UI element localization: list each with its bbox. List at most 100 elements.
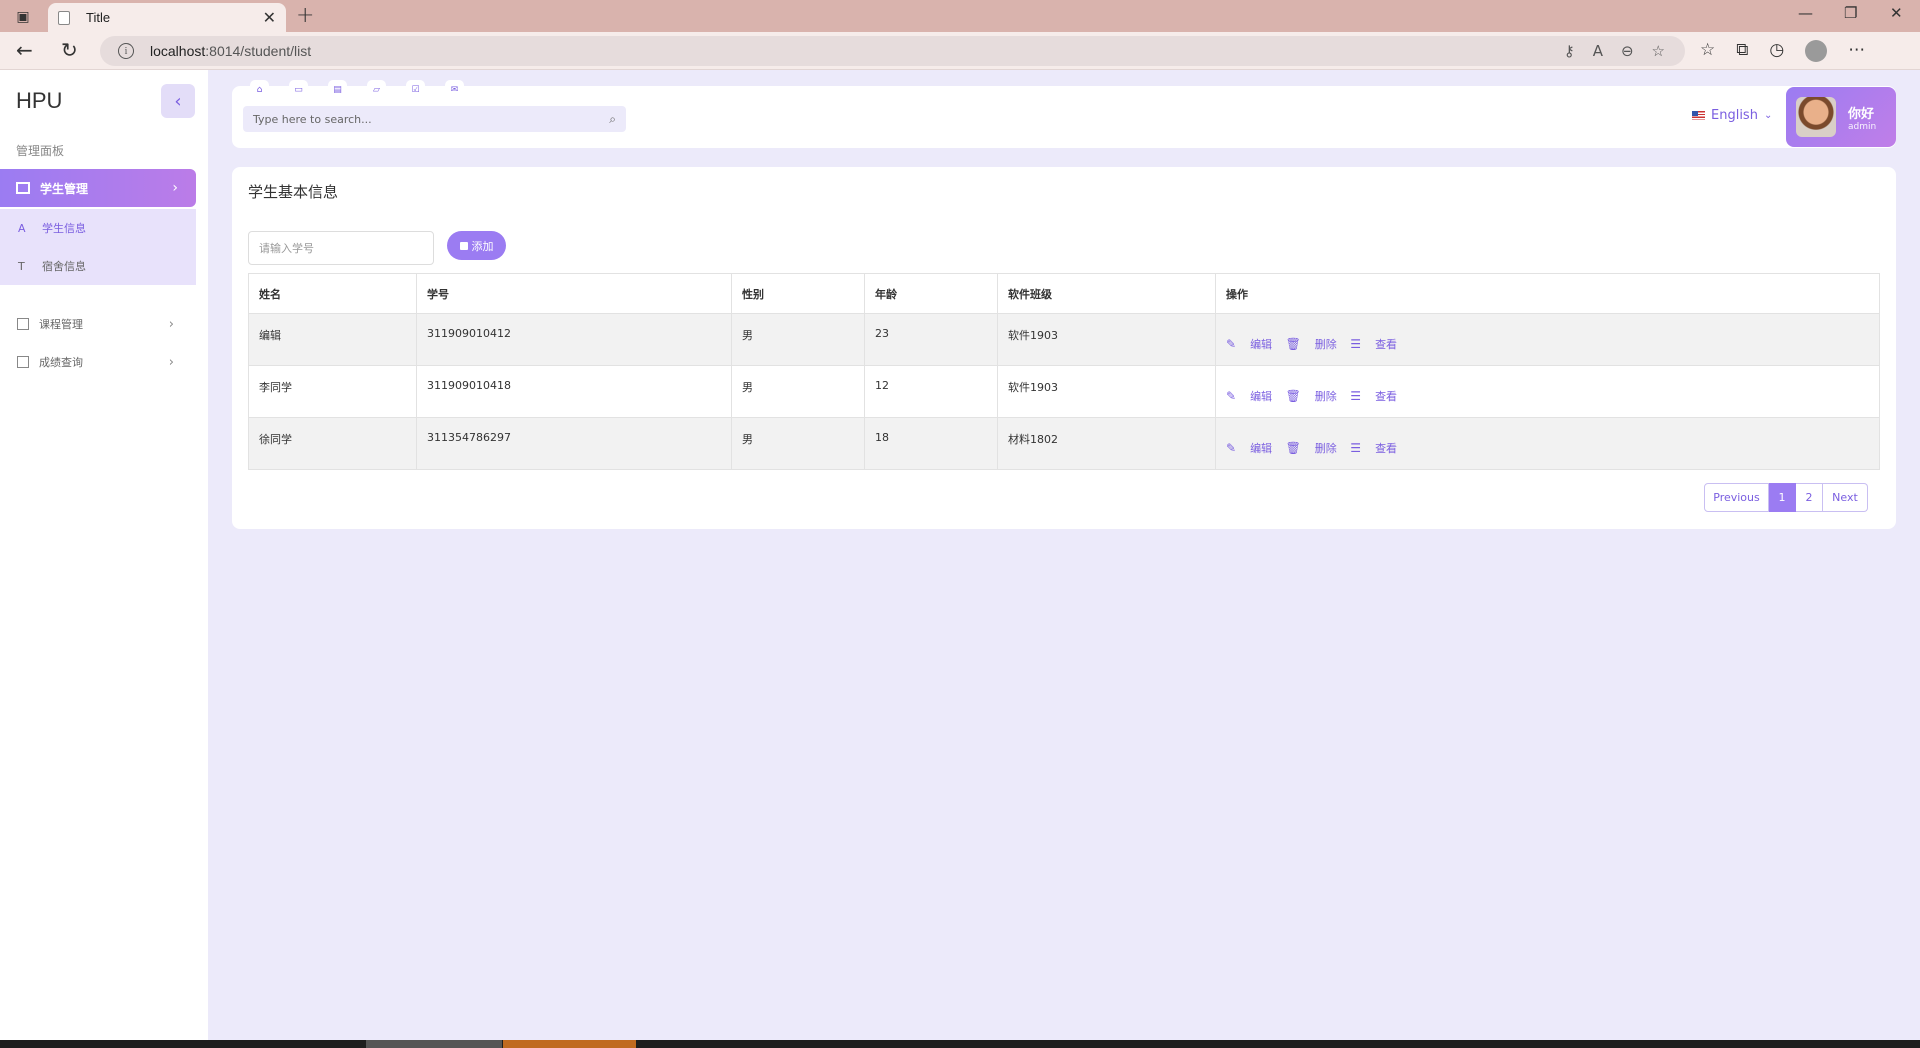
profile-avatar-icon[interactable]: [1805, 40, 1828, 62]
back-icon[interactable]: ←: [16, 38, 33, 62]
delete-button[interactable]: 🗑 删除: [1286, 388, 1337, 404]
cell-student-id: 311909010418: [416, 365, 732, 418]
view-label: 查看: [1375, 338, 1398, 351]
view-button[interactable]: ☰ 查看: [1350, 440, 1397, 456]
home-icon[interactable]: ⌂: [250, 80, 269, 99]
list-icon: ☰: [1350, 441, 1362, 455]
browser-tab-bar: ▣ Title ✕ + — ❐ ✕: [0, 0, 1920, 32]
edit-icon: ✎: [1226, 441, 1237, 455]
sidebar-item-label: 成绩查询: [39, 356, 83, 369]
student-id-placeholder: 请输入学号: [259, 242, 314, 255]
chevron-right-icon: ›: [168, 316, 174, 332]
trash-icon: 🗑: [1285, 337, 1301, 351]
sidebar-subitem-student-info[interactable]: A 学生信息: [0, 209, 196, 247]
url-text: localhost:8014/student/list: [150, 43, 311, 59]
favorite-add-icon[interactable]: ☆: [1652, 42, 1665, 60]
close-tab-icon[interactable]: ✕: [263, 8, 276, 27]
header-bar: Type here to search... ⌕ English ⌄: [232, 86, 1896, 148]
taskbar-app[interactable]: [503, 1040, 636, 1048]
page-icon: [58, 10, 70, 25]
collections-icon[interactable]: ⧉: [1736, 40, 1748, 62]
collapse-sidebar-button[interactable]: ‹: [161, 84, 195, 118]
delete-button[interactable]: 🗑 删除: [1286, 440, 1337, 456]
table-row: 李同学 311909010418 男 12 软件1903 ✎ 编辑 🗑 删除 ☰ 查看: [248, 365, 1880, 418]
document-icon[interactable]: ▤: [328, 80, 347, 99]
column-header: 姓名: [248, 273, 417, 314]
edit-button[interactable]: ✎ 编辑: [1226, 440, 1272, 456]
cell-class: 材料1802: [997, 417, 1216, 470]
sidebar-item-grade-query[interactable]: 成绩查询 ›: [0, 343, 196, 381]
quick-icons: ⌂ ▭ ▤ ▱ ☑ ✉: [250, 80, 464, 99]
browser-tab[interactable]: Title ✕: [48, 3, 286, 32]
sidebar-item-course-management[interactable]: 课程管理 ›: [0, 305, 196, 343]
search-input[interactable]: Type here to search... ⌕: [243, 106, 626, 132]
browser-toolbar: ← ↻ i localhost:8014/student/list ⚷ A ⊖ …: [0, 32, 1920, 70]
view-button[interactable]: ☰ 查看: [1350, 336, 1397, 352]
us-flag-icon: [1692, 111, 1705, 120]
language-selector[interactable]: English ⌄: [1692, 108, 1772, 123]
history-icon[interactable]: ◷: [1769, 40, 1784, 62]
read-aloud-icon[interactable]: A: [1593, 42, 1603, 60]
edit-button[interactable]: ✎ 编辑: [1226, 336, 1272, 352]
language-label: English: [1711, 108, 1758, 123]
trash-icon: 🗑: [1285, 441, 1301, 455]
restore-icon[interactable]: ❐: [1844, 4, 1857, 22]
close-window-icon[interactable]: ✕: [1890, 4, 1903, 22]
minimize-icon[interactable]: —: [1798, 4, 1813, 22]
pagination: Previous 1 2 Next: [1704, 483, 1868, 512]
favorites-icon[interactable]: ☆: [1700, 40, 1715, 62]
page-button-2[interactable]: 2: [1796, 483, 1823, 512]
sidebar-subitem-dorm-info[interactable]: T 宿舍信息: [0, 247, 196, 285]
letter-t-icon: T: [18, 259, 25, 273]
delete-button[interactable]: 🗑 删除: [1286, 336, 1337, 352]
view-label: 查看: [1375, 442, 1398, 455]
trash-icon: 🗑: [1285, 389, 1301, 403]
refresh-icon[interactable]: ↻: [61, 38, 78, 62]
cell-student-id: 311354786297: [416, 417, 732, 470]
taskbar-app[interactable]: [366, 1040, 502, 1048]
next-page-button[interactable]: Next: [1823, 483, 1868, 512]
edit-button[interactable]: ✎ 编辑: [1226, 388, 1272, 404]
taskbar: [0, 1040, 1920, 1048]
table-icon: [17, 318, 29, 330]
zoom-out-icon[interactable]: ⊖: [1621, 42, 1634, 60]
search-icon[interactable]: ⌕: [609, 112, 616, 127]
edit-label: 编辑: [1250, 442, 1273, 455]
sidebar-subitem-label: 宿舍信息: [42, 260, 86, 273]
cell-actions: ✎ 编辑 🗑 删除 ☰ 查看: [1215, 365, 1880, 418]
list-icon: ☰: [1350, 389, 1362, 403]
chevron-right-icon: ›: [172, 180, 178, 196]
column-header: 性别: [731, 273, 865, 314]
edit-label: 编辑: [1250, 390, 1273, 403]
chat-icon[interactable]: ▱: [367, 80, 386, 99]
previous-page-button[interactable]: Previous: [1704, 483, 1769, 512]
add-button[interactable]: 添加: [447, 231, 506, 260]
url-host: localhost: [150, 43, 206, 59]
search-placeholder: Type here to search...: [253, 112, 372, 126]
tab-actions-icon[interactable]: ▣: [10, 6, 36, 28]
chevron-down-icon: ⌄: [1763, 110, 1773, 121]
calculator-icon: [17, 356, 29, 368]
logo: HPU: [16, 88, 63, 113]
cell-age: 18: [864, 417, 998, 470]
check-icon[interactable]: ☑: [406, 80, 425, 99]
submenu: A 学生信息 T 宿舍信息: [0, 209, 196, 285]
mail-icon[interactable]: ✉: [445, 80, 464, 99]
avatar: [1796, 97, 1836, 137]
student-id-input[interactable]: 请输入学号: [248, 231, 434, 265]
page-button-1[interactable]: 1: [1769, 483, 1796, 512]
sidebar-item-student-management[interactable]: 学生管理 ›: [0, 169, 196, 207]
cell-class: 软件1903: [997, 313, 1216, 366]
view-button[interactable]: ☰ 查看: [1350, 388, 1397, 404]
chevron-right-icon: ›: [168, 354, 174, 370]
new-tab-button[interactable]: +: [296, 3, 314, 28]
cell-gender: 男: [731, 417, 865, 470]
column-header: 操作: [1215, 273, 1880, 314]
user-profile[interactable]: 你好 admin: [1786, 87, 1896, 147]
address-bar[interactable]: i localhost:8014/student/list ⚷ A ⊖ ☆: [100, 36, 1685, 66]
table-row: 编辑 311909010412 男 23 软件1903 ✎ 编辑 🗑 删除 ☰ 查看: [248, 313, 1880, 366]
message-icon[interactable]: ▭: [289, 80, 308, 99]
more-icon[interactable]: ⋯: [1848, 40, 1865, 62]
info-icon[interactable]: i: [118, 43, 134, 59]
key-icon[interactable]: ⚷: [1564, 42, 1575, 60]
